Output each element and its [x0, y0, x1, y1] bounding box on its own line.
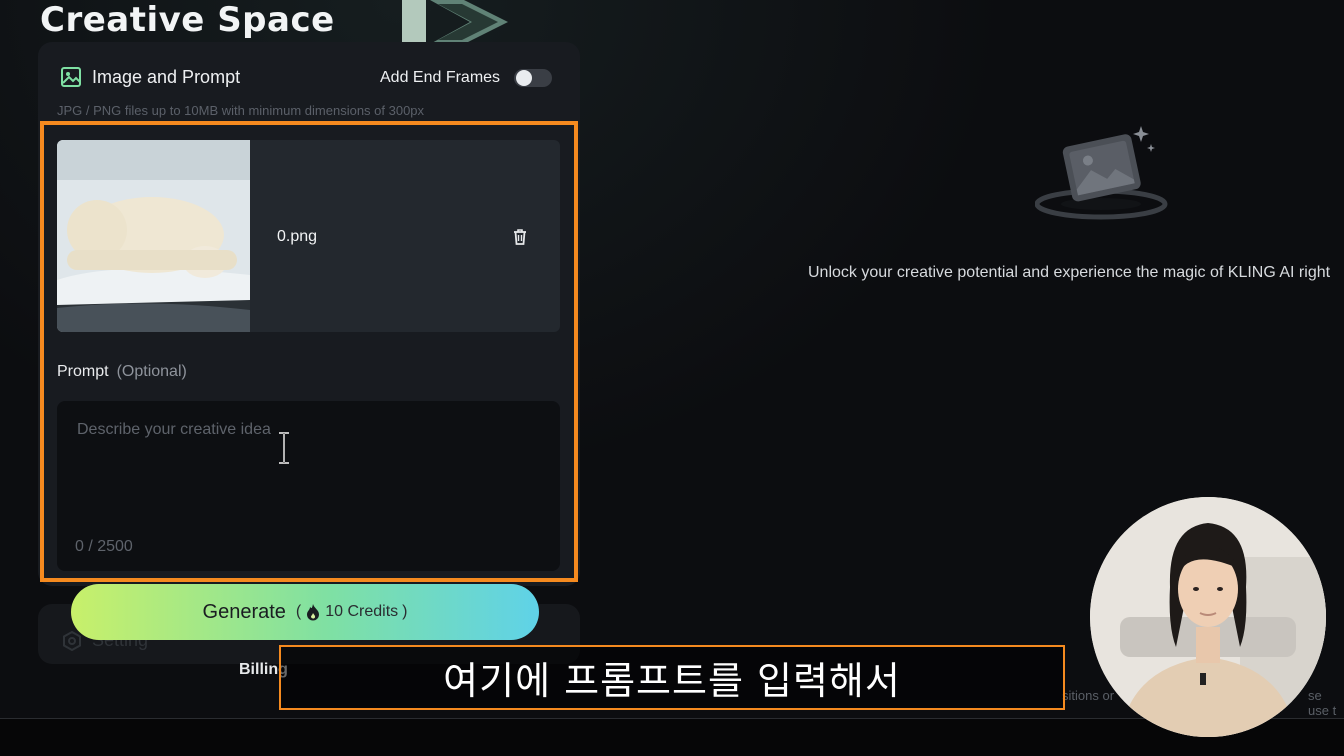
- highlight-frame: [40, 121, 578, 582]
- end-frames-label: Add End Frames: [380, 69, 501, 86]
- generate-label: Generate: [202, 600, 286, 623]
- image-icon: [61, 67, 81, 87]
- credits-close-paren: ): [402, 603, 408, 620]
- presenter-webcam: [1090, 497, 1326, 737]
- credits-open-paren: (: [295, 603, 302, 620]
- video-subtitle-box: 여기에 프롬프트를 입력해서: [279, 645, 1065, 710]
- generate-button[interactable]: Generate ( 10 Credits ): [71, 584, 539, 640]
- footer-text-left: sitions or: [1062, 688, 1115, 703]
- credits-amount: 10 Credits: [325, 603, 399, 620]
- toggle-knob: [516, 70, 533, 86]
- image-prompt-header: Image and Prompt: [60, 66, 240, 88]
- empty-preview-illustration: [1035, 126, 1168, 220]
- end-frames-toggle[interactable]: [514, 69, 553, 87]
- video-subtitle-text: 여기에 프롬프트를 입력해서: [443, 659, 901, 703]
- brand-logo: [402, 0, 508, 44]
- flame-icon: [307, 604, 320, 621]
- hexagon-settings-icon: [63, 630, 81, 651]
- image-prompt-title: Image and Prompt: [92, 66, 241, 87]
- footer-text-right: se use t: [1308, 688, 1337, 718]
- credits-cost: ( 10 Credits ): [295, 603, 408, 621]
- upload-hint: JPG / PNG files up to 10MB with minimum …: [57, 103, 425, 118]
- end-frames-control: Add End Frames: [380, 69, 553, 87]
- page-title: Creative Space: [40, 0, 335, 40]
- preview-empty-message: Unlock your creative potential and exper…: [808, 264, 1331, 281]
- video-bottom-bar: [0, 718, 1344, 756]
